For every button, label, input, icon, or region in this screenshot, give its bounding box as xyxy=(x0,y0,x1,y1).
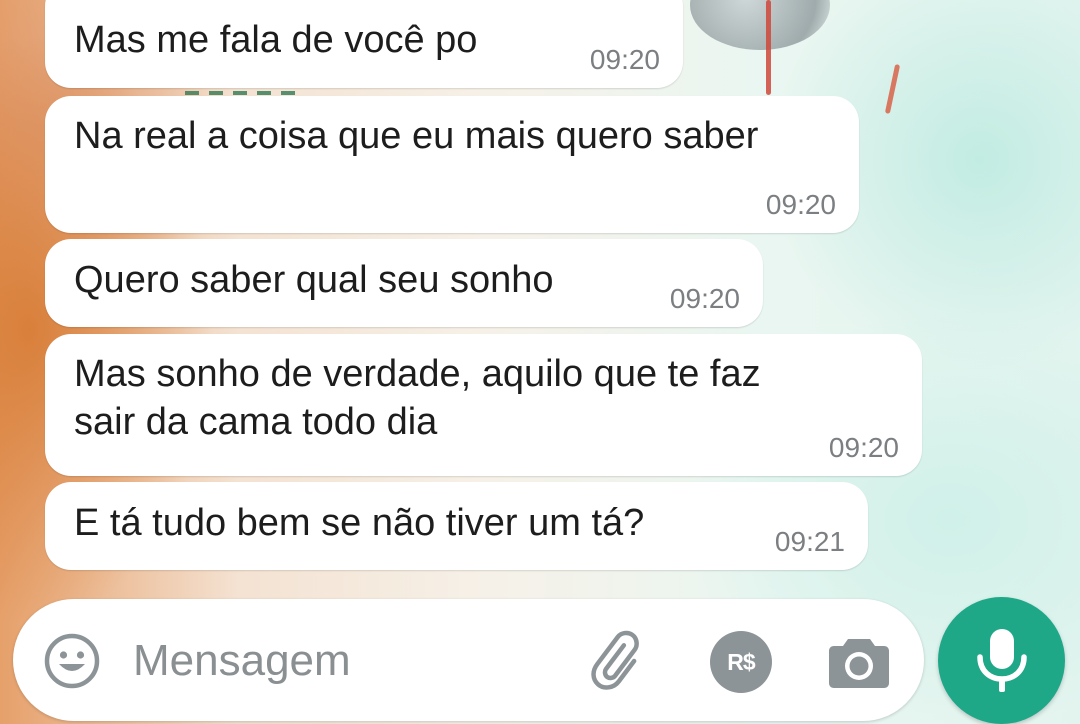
wallpaper-dashes xyxy=(185,91,305,95)
message-text: E tá tudo bem se não tiver um tá? xyxy=(74,502,645,544)
message-bubble[interactable]: E tá tudo bem se não tiver um tá? 09:21 xyxy=(45,482,868,570)
message-time: 09:20 xyxy=(669,283,740,314)
message-bubble[interactable]: Mas me fala de você po 09:20 xyxy=(45,0,683,88)
emoji-icon[interactable] xyxy=(43,632,101,690)
message-text: Quero saber qual seu sonho xyxy=(74,259,554,301)
message-time: 09:21 xyxy=(774,526,845,557)
message-input[interactable]: Mensagem xyxy=(133,635,351,687)
message-time: 09:20 xyxy=(765,189,836,220)
wallpaper-sphere xyxy=(690,0,830,50)
message-composer[interactable]: Mensagem R$ xyxy=(13,599,924,721)
message-time: 09:20 xyxy=(589,44,660,75)
message-bubble[interactable]: Mas sonho de verdade, aquilo que te faz … xyxy=(45,334,922,476)
paperclip-icon[interactable] xyxy=(588,629,652,693)
message-time: 09:20 xyxy=(828,432,899,463)
microphone-icon xyxy=(977,629,1027,692)
payment-icon[interactable]: R$ xyxy=(710,631,772,693)
message-text: Mas sonho de verdade, aquilo que te faz … xyxy=(74,353,761,443)
message-text: Mas me fala de você po xyxy=(74,19,478,61)
message-bubble[interactable]: Na real a coisa que eu mais quero saber … xyxy=(45,96,859,233)
wallpaper-stroke xyxy=(884,64,901,114)
camera-icon[interactable] xyxy=(828,633,890,689)
wallpaper-stroke xyxy=(766,0,771,95)
message-text: Na real a coisa que eu mais quero saber xyxy=(74,115,759,157)
message-bubble[interactable]: Quero saber qual seu sonho 09:20 xyxy=(45,239,763,327)
voice-record-button[interactable] xyxy=(938,597,1065,724)
